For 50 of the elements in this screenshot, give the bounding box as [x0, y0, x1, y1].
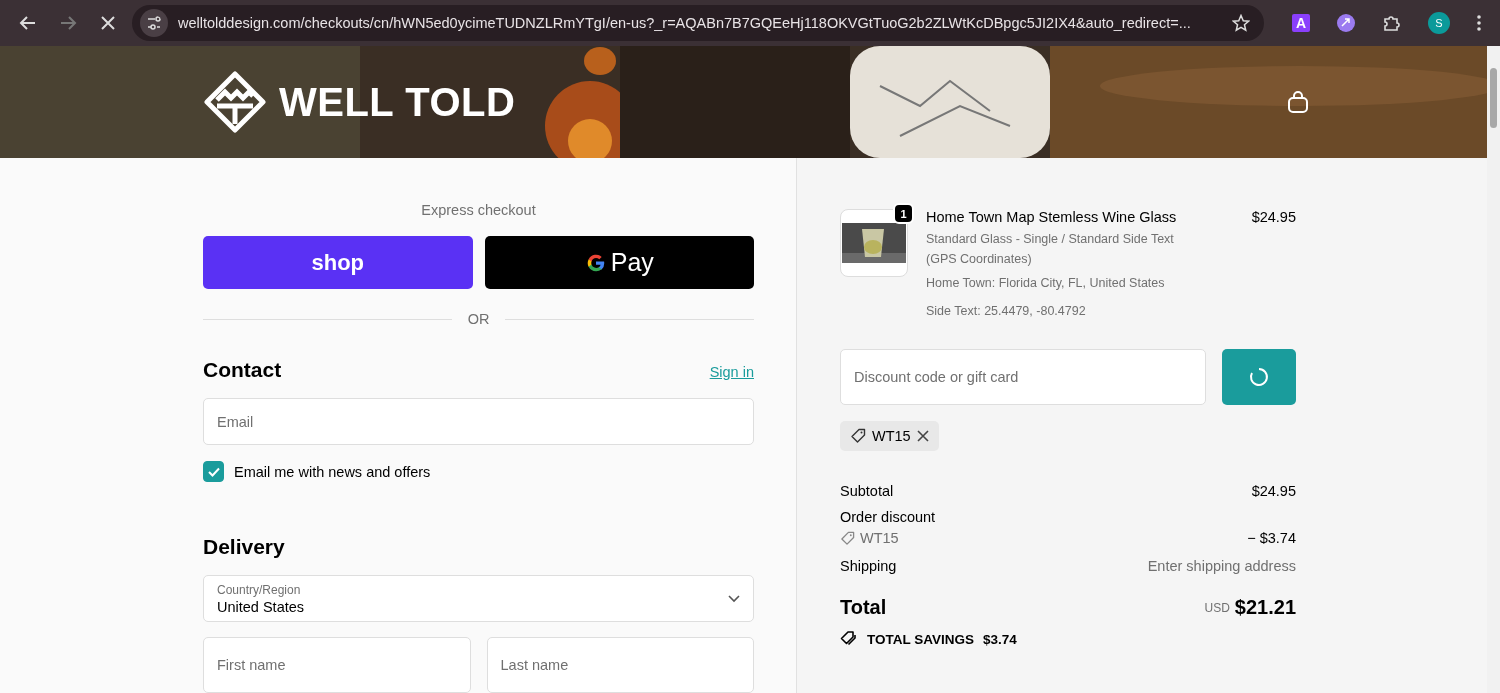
- subtotal-label: Subtotal: [840, 483, 894, 499]
- currency-code: USD: [1204, 600, 1230, 615]
- puzzle-icon[interactable]: [1382, 13, 1402, 33]
- product-name: Home Town Map Stemless Wine Glass: [926, 209, 1177, 225]
- total-value: $21.21: [1234, 596, 1296, 619]
- brand-name[interactable]: WELL TOLD: [279, 79, 516, 125]
- quantity-badge: 1: [893, 203, 914, 224]
- subtotal-value: $24.95: [1251, 483, 1296, 499]
- extension-icon[interactable]: [1336, 13, 1356, 33]
- first-name-field[interactable]: First name: [203, 637, 471, 693]
- checkmark-icon: [207, 466, 220, 477]
- google-pay-button[interactable]: Pay: [484, 236, 754, 289]
- star-icon[interactable]: [1232, 14, 1250, 32]
- scrollbar[interactable]: [1487, 46, 1500, 693]
- menu-icon[interactable]: [1476, 14, 1482, 32]
- country-select[interactable]: Country/Region United States: [203, 575, 754, 622]
- discount-code: WT15: [860, 530, 899, 546]
- product-property: Side Text: 25.4479, -80.4792: [926, 303, 1087, 320]
- discount-amount: − $3.74: [1247, 530, 1296, 546]
- extension-icon[interactable]: A: [1292, 14, 1310, 32]
- site-settings-icon[interactable]: [140, 9, 168, 37]
- discount-code-field[interactable]: Discount code or gift card: [840, 349, 1206, 405]
- remove-icon[interactable]: [916, 430, 929, 442]
- tags-icon: [840, 631, 858, 647]
- shipping-value: Enter shipping address: [1147, 558, 1296, 574]
- tag-icon: [840, 530, 855, 546]
- order-discount-label: Order discount: [840, 509, 936, 525]
- shopping-bag-icon[interactable]: [1287, 90, 1309, 114]
- newsletter-label: Email me with news and offers: [234, 463, 431, 480]
- total-label: Total: [840, 596, 887, 619]
- total-savings-value: $3.74: [983, 631, 1017, 647]
- contact-heading: Contact: [203, 358, 282, 382]
- product-property: Home Town: Florida City, FL, United States: [926, 275, 1166, 292]
- delivery-heading: Delivery: [203, 535, 285, 559]
- total-savings-label: TOTAL SAVINGS: [867, 631, 974, 647]
- email-field[interactable]: Email: [203, 398, 754, 445]
- scrollbar-thumb[interactable]: [1490, 68, 1497, 128]
- tag-icon: [850, 428, 866, 444]
- newsletter-checkbox[interactable]: [203, 461, 224, 482]
- shop-pay-button[interactable]: shop: [203, 236, 473, 289]
- or-divider-text: OR: [467, 311, 490, 327]
- express-checkout-title: Express checkout: [420, 202, 537, 218]
- discount-tag: WT15: [840, 421, 939, 451]
- chevron-down-icon: [728, 594, 740, 603]
- shipping-label: Shipping: [840, 558, 897, 574]
- product-price: $24.95: [1251, 209, 1296, 225]
- product-variant: Standard Glass - Single / Standard Side Text (GPS Coordinates): [926, 231, 1175, 268]
- last-name-field[interactable]: Last name: [486, 637, 754, 693]
- logo-icon: [203, 70, 267, 134]
- loading-spinner-icon: [1249, 367, 1269, 387]
